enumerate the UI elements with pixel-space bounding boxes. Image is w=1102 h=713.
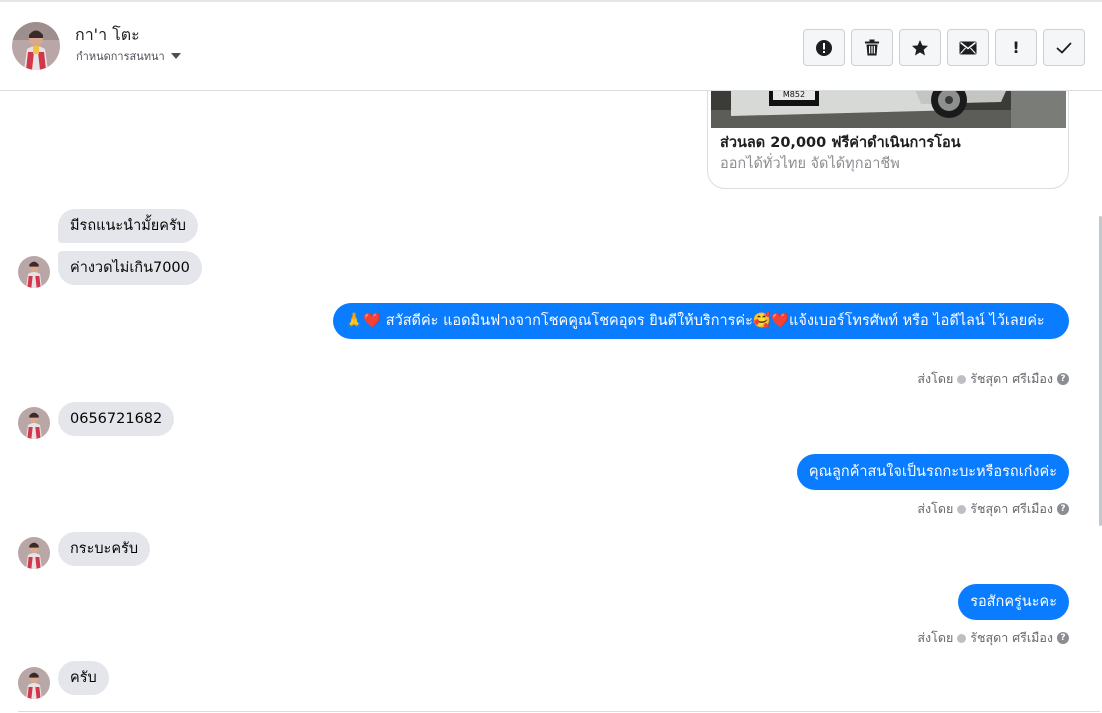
follow-up-button[interactable]: ! — [995, 29, 1037, 66]
conversation-header: กา'า โตะ กำหนดการสนทนา ! — [0, 2, 1102, 91]
agent-status-icon — [957, 374, 967, 384]
contact-name: กา'า โตะ — [75, 25, 140, 44]
ad-title: ส่วนลด 20,000 ฟรีค่าดำเนินการโอน — [720, 135, 961, 151]
exclamation-circle-icon — [816, 39, 832, 56]
help-icon[interactable]: ? — [1057, 503, 1069, 515]
outgoing-message-bubble[interactable]: คุณลูกค้าสนใจเป็นรถกะบะหรือรถเก๋งค่ะ — [796, 454, 1069, 490]
star-icon — [912, 39, 928, 55]
conversation-settings-label: กำหนดการสนทนา — [76, 50, 165, 63]
sent-by-line: ส่งโดย รัชสุดา ศรีเมือง ? — [917, 499, 1069, 519]
ad-car-image: M852 — [711, 91, 1066, 128]
sent-by-prefix: ส่งโดย — [917, 501, 954, 516]
checkmark-icon — [1056, 42, 1072, 53]
conversation-toolbar: ! — [803, 29, 1085, 66]
outgoing-message-bubble[interactable]: 🙏❤️ สวัสดีค่ะ แอดมินฟางจากโชคคูณโชคอุดร … — [333, 303, 1069, 339]
follow-up-label: ! — [1012, 38, 1020, 57]
outgoing-message-bubble[interactable]: รอสักครู่นะคะ — [958, 584, 1069, 620]
contact-avatar[interactable] — [12, 22, 60, 70]
sent-by-agent-name[interactable]: รัชสุดา ศรีเมือง — [970, 499, 1053, 519]
thread-bottom-divider — [18, 711, 1100, 712]
mark-unread-button[interactable] — [947, 29, 989, 66]
incoming-message-bubble[interactable]: 0656721682 — [58, 402, 175, 436]
contact-avatar-small[interactable] — [18, 667, 50, 699]
plate-text: M852 — [783, 91, 805, 99]
envelope-icon — [959, 41, 977, 54]
mark-spam-button[interactable] — [803, 29, 845, 66]
sent-by-line: ส่งโดย รัชสุดา ศรีเมือง ? — [917, 369, 1069, 389]
contact-avatar-small[interactable] — [18, 256, 50, 288]
conversation-settings-dropdown[interactable]: กำหนดการสนทนา — [76, 47, 181, 65]
caret-down-icon — [170, 53, 181, 59]
incoming-message-bubble[interactable]: กระบะครับ — [58, 532, 151, 566]
agent-status-icon — [957, 504, 967, 514]
delete-button[interactable] — [851, 29, 893, 66]
ad-card[interactable]: M852 ส่วนลด 20,000 ฟรีค่าดำเนินการโอน ออ… — [707, 91, 1069, 189]
star-button[interactable] — [899, 29, 941, 66]
contact-avatar-small[interactable] — [18, 537, 50, 569]
sent-by-agent-name[interactable]: รัชสุดา ศรีเมือง — [970, 369, 1053, 389]
agent-status-icon — [957, 633, 967, 643]
help-icon[interactable]: ? — [1057, 632, 1069, 644]
mark-done-button[interactable] — [1043, 29, 1085, 66]
trash-icon — [865, 39, 879, 56]
ad-subtitle: ออกได้ทั่วไทย จัดได้ทุกอาชีพ — [720, 156, 900, 172]
message-thread[interactable]: M852 ส่วนลด 20,000 ฟรีค่าดำเนินการโอน ออ… — [0, 91, 1102, 713]
sent-by-agent-name[interactable]: รัชสุดา ศรีเมือง — [970, 628, 1053, 648]
help-icon[interactable]: ? — [1057, 373, 1069, 385]
sent-by-line: ส่งโดย รัชสุดา ศรีเมือง ? — [917, 628, 1069, 648]
contact-avatar-small[interactable] — [18, 407, 50, 439]
sent-by-prefix: ส่งโดย — [917, 630, 954, 645]
incoming-message-bubble[interactable]: ค่างวดไม่เกิน7000 — [58, 251, 202, 285]
incoming-message-bubble[interactable]: ครับ — [58, 661, 109, 695]
incoming-message-bubble[interactable]: มีรถแนะนำมั้ยครับ — [58, 209, 198, 243]
sent-by-prefix: ส่งโดย — [917, 371, 954, 386]
